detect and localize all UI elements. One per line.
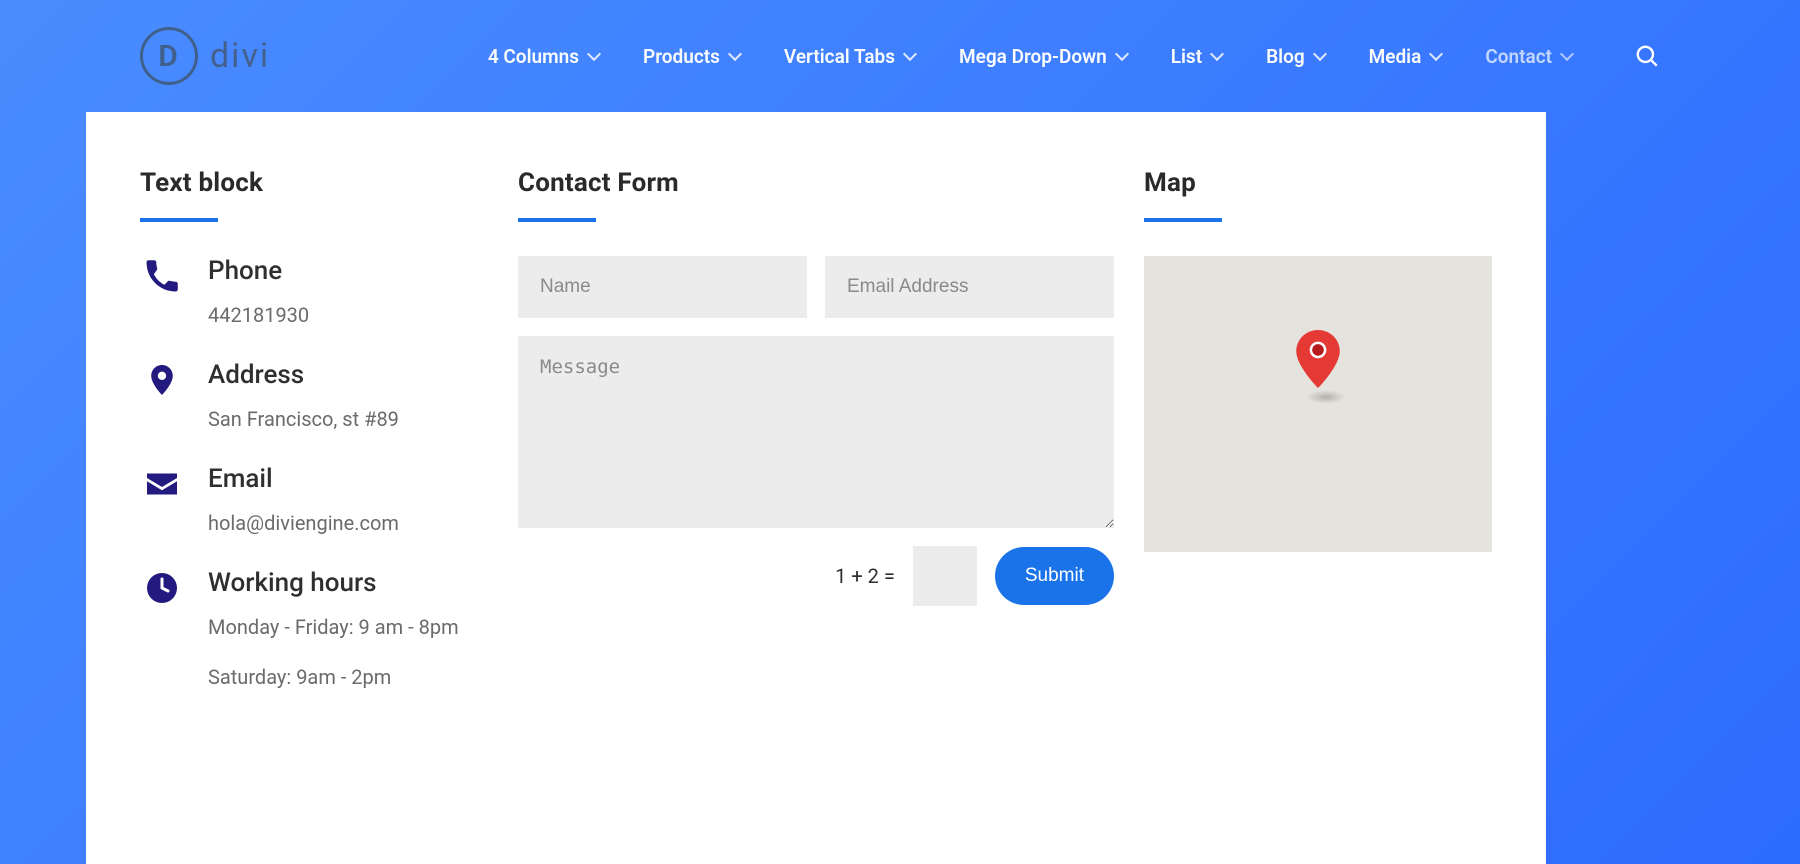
nav-label: Blog — [1266, 45, 1305, 68]
nav-label: List — [1171, 45, 1202, 68]
nav-contact[interactable]: Contact — [1485, 45, 1572, 68]
chevron-down-icon — [1313, 47, 1327, 61]
section-underline — [518, 218, 596, 222]
nav-media[interactable]: Media — [1369, 45, 1442, 68]
nav-label: Products — [643, 45, 720, 68]
map-title: Map — [1144, 168, 1492, 198]
message-textarea[interactable] — [518, 336, 1114, 528]
chevron-down-icon — [1210, 47, 1224, 61]
chevron-down-icon — [587, 47, 601, 61]
chevron-down-icon — [1115, 47, 1129, 61]
map-pin-shadow — [1306, 390, 1346, 404]
site-header: D divi 4 Columns Products Vertical Tabs … — [0, 0, 1800, 112]
email-input[interactable] — [825, 256, 1114, 318]
contact-form-column: Contact Form 1 + 2 = Submit — [518, 168, 1114, 824]
text-block-column: Text block Phone 442181930 Address San F… — [140, 168, 488, 824]
nav-4-columns[interactable]: 4 Columns — [488, 45, 599, 68]
section-underline — [140, 218, 218, 222]
contact-form-title: Contact Form — [518, 168, 1114, 198]
map-widget[interactable] — [1144, 256, 1492, 552]
mega-menu-panel: Text block Phone 442181930 Address San F… — [86, 112, 1546, 864]
info-phone-label: Phone — [208, 256, 309, 286]
info-hours: Working hours Monday - Friday: 9 am - 8p… — [140, 568, 488, 694]
search-button[interactable] — [1634, 43, 1660, 69]
info-phone: Phone 442181930 — [140, 256, 488, 332]
brand-mark: D — [140, 27, 198, 85]
nav-blog[interactable]: Blog — [1266, 45, 1325, 68]
chevron-down-icon — [1560, 47, 1574, 61]
nav-label: Mega Drop-Down — [959, 45, 1107, 68]
primary-nav: 4 Columns Products Vertical Tabs Mega Dr… — [488, 43, 1660, 69]
info-hours-label: Working hours — [208, 568, 459, 598]
map-pin-icon — [140, 360, 184, 436]
chevron-down-icon — [728, 47, 742, 61]
section-underline — [1144, 218, 1222, 222]
map-column: Map — [1144, 168, 1492, 824]
map-marker-icon — [1296, 330, 1340, 392]
info-address-value: San Francisco, st #89 — [208, 402, 399, 436]
nav-label: 4 Columns — [488, 45, 579, 68]
name-input[interactable] — [518, 256, 807, 318]
info-email-value: hola@diviengine.com — [208, 506, 399, 540]
clock-icon — [140, 568, 184, 694]
nav-label: Vertical Tabs — [784, 45, 895, 68]
chevron-down-icon — [903, 47, 917, 61]
nav-label: Media — [1369, 45, 1422, 68]
text-block-title: Text block — [140, 168, 488, 198]
nav-products[interactable]: Products — [643, 45, 740, 68]
brand-name: divi — [210, 36, 270, 76]
chevron-down-icon — [1429, 47, 1443, 61]
nav-list[interactable]: List — [1171, 45, 1222, 68]
phone-icon — [140, 256, 184, 332]
brand-logo[interactable]: D divi — [140, 27, 270, 85]
info-address: Address San Francisco, st #89 — [140, 360, 488, 436]
search-icon — [1634, 43, 1660, 69]
captcha-label: 1 + 2 = — [835, 564, 895, 588]
nav-label: Contact — [1485, 45, 1552, 68]
info-hours-line1: Monday - Friday: 9 am - 8pm — [208, 610, 459, 644]
info-hours-line2: Saturday: 9am - 2pm — [208, 660, 459, 694]
info-address-label: Address — [208, 360, 399, 390]
info-email-label: Email — [208, 464, 399, 494]
submit-button[interactable]: Submit — [995, 547, 1114, 605]
info-phone-value: 442181930 — [208, 298, 309, 332]
envelope-icon — [140, 464, 184, 540]
captcha-input[interactable] — [913, 546, 977, 606]
info-email: Email hola@diviengine.com — [140, 464, 488, 540]
nav-vertical-tabs[interactable]: Vertical Tabs — [784, 45, 915, 68]
nav-mega-drop-down[interactable]: Mega Drop-Down — [959, 45, 1127, 68]
